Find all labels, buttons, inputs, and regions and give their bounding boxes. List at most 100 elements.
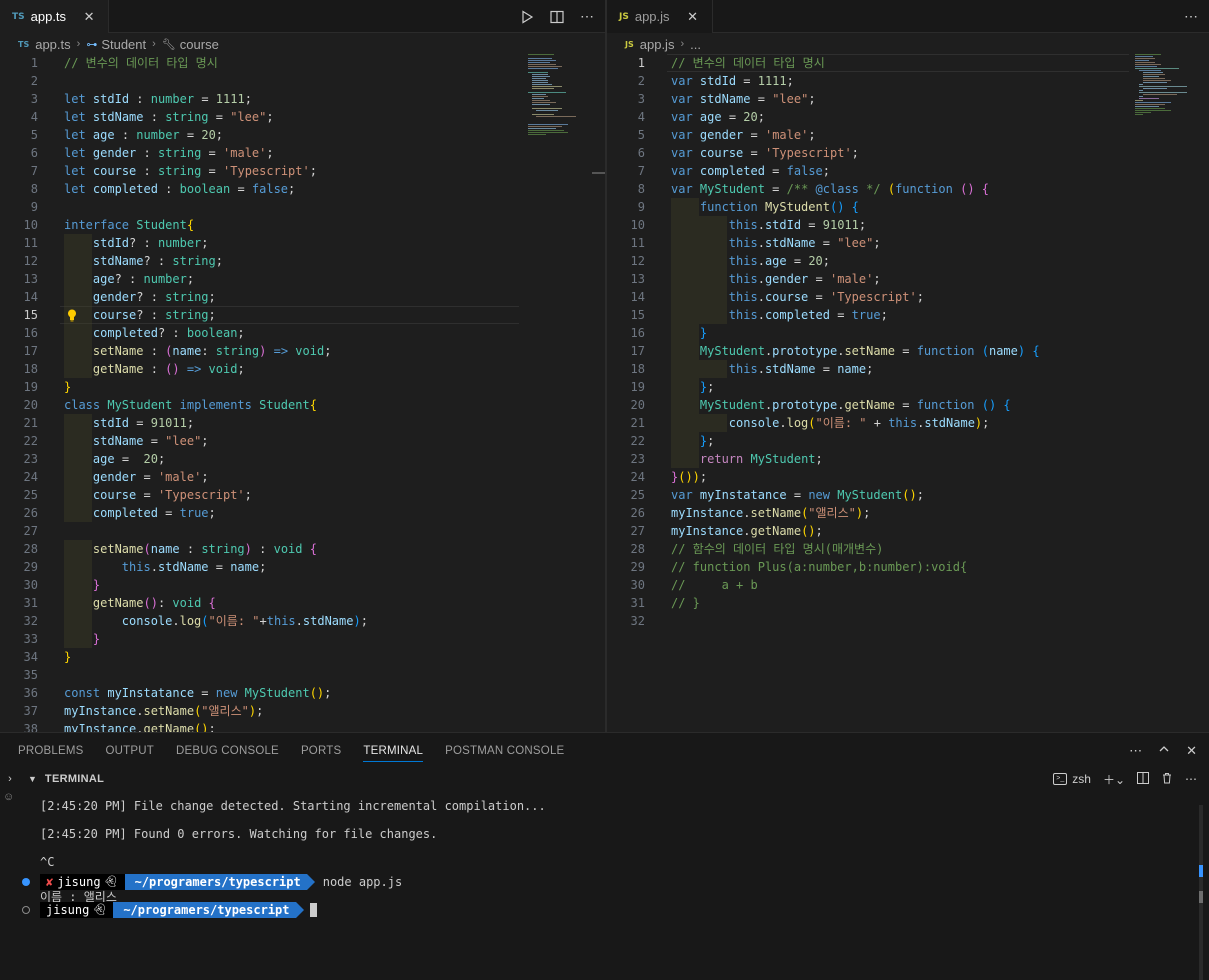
split-editor-icon[interactable]: [549, 9, 565, 25]
chevron-down-icon[interactable]: ▼: [28, 774, 37, 784]
new-terminal-icon[interactable]: ＋⌄: [1103, 771, 1125, 788]
prompt-user: jisung: [46, 903, 90, 917]
prompt-path: ~/programers/typescript: [124, 874, 315, 890]
terminal-command: node app.js: [322, 875, 403, 889]
split-terminal-icon[interactable]: [1137, 771, 1149, 787]
code-line: 2 var stdId = 1111;: [637, 74, 794, 88]
code-line: 4 let stdName : string = "lee";: [30, 110, 274, 124]
ghost-icon: 👻︎: [92, 903, 107, 916]
chevron-right-icon: ›: [76, 38, 81, 50]
code-line: 20 MyStudent.prototype.getName = functio…: [630, 396, 1011, 414]
tab-app-js[interactable]: JS app.js ✕: [607, 0, 713, 33]
code-line: 24}());: [630, 470, 708, 484]
code-line: 36 const myInstatance = new MyStudent();: [23, 686, 332, 700]
prompt-path: ~/programers/typescript: [113, 902, 304, 918]
code-line: 1// 변수의 데이터 타입 명시: [30, 56, 218, 70]
javascript-file-icon: JS: [619, 11, 629, 22]
tab-postman-console[interactable]: POSTMAN CONSOLE: [445, 733, 564, 768]
code-line: 6 let gender : string = 'male';: [30, 146, 274, 160]
tab-ports[interactable]: PORTS: [301, 733, 341, 768]
tab-output[interactable]: OUTPUT: [106, 733, 154, 768]
code-line: 18 getName : () => void;: [23, 360, 245, 378]
code-line: 34}: [23, 650, 72, 664]
more-actions-icon[interactable]: ⋯: [579, 8, 595, 25]
close-icon[interactable]: ✕: [80, 9, 98, 25]
right-tab-bar: JS app.js ✕ ⋯: [607, 0, 1209, 33]
code-line: 17 MyStudent.prototype.setName = functio…: [630, 342, 1040, 360]
terminal-line: ^C: [40, 855, 55, 869]
editor-area: TS app.ts ✕ ⋯ TS app.ts › ⊶ Student › 🔧︎: [0, 0, 1209, 732]
terminal-prompt: jisung 👻︎ ~/programers/typescript: [22, 902, 317, 918]
terminal-line: [2:45:20 PM] File change detected. Start…: [40, 799, 546, 813]
trash-icon[interactable]: [1161, 772, 1173, 787]
tab-label: app.ts: [30, 9, 67, 24]
right-editor-group: JS app.js ✕ ⋯ JS app.js › ... 1// 변수의 데이…: [607, 0, 1209, 732]
code-line: 32: [630, 614, 645, 628]
breadcrumb-file[interactable]: app.js: [640, 37, 675, 52]
command-success-icon[interactable]: [22, 878, 30, 886]
typescript-file-icon: TS: [18, 39, 30, 49]
panel-tab-bar: PROBLEMS OUTPUT DEBUG CONSOLE PORTS TERM…: [0, 733, 1209, 768]
left-editor-actions: ⋯: [519, 0, 595, 33]
minimap[interactable]: [524, 54, 590, 154]
code-line: 28 setName(name : string) : void {: [23, 540, 317, 558]
tab-problems[interactable]: PROBLEMS: [18, 733, 84, 768]
right-code-editor[interactable]: 1// 변수의 데이터 타입 명시 2 var stdId = 1111; 3 va…: [607, 54, 1209, 732]
shell-selector[interactable]: >_ zsh: [1053, 772, 1091, 786]
code-line: 38 myInstance.getName();: [23, 722, 216, 732]
terminal-cursor: [309, 903, 317, 917]
overview-ruler-mark: [592, 172, 605, 174]
code-line: 24 gender = 'male';: [23, 468, 209, 486]
code-line: 27: [23, 524, 38, 538]
code-line: 15 this.completed = true;: [630, 306, 888, 324]
more-actions-icon[interactable]: ⋯: [1183, 8, 1199, 25]
code-line: 23 age = 20;: [23, 450, 166, 468]
code-line: 15 course? : string;: [23, 306, 216, 324]
terminal-icon: >_: [1053, 773, 1068, 785]
code-line: 3 var stdName = "lee";: [637, 92, 816, 106]
more-actions-icon[interactable]: ⋯: [1185, 772, 1197, 786]
code-line: 29// function Plus(a:number,b:number):vo…: [630, 560, 968, 574]
breadcrumb-rest[interactable]: ...: [690, 37, 701, 52]
code-line: 18 this.stdName = name;: [630, 360, 874, 378]
terminal-line: [2:45:20 PM] Found 0 errors. Watching fo…: [40, 827, 438, 841]
close-icon[interactable]: ✕: [684, 9, 702, 25]
code-line: 11 this.stdName = "lee";: [630, 234, 881, 252]
code-line: 35: [23, 668, 38, 682]
tab-app-ts[interactable]: TS app.ts ✕: [0, 0, 110, 33]
code-line: 31 getName(): void {: [23, 594, 216, 612]
left-editor-group: TS app.ts ✕ ⋯ TS app.ts › ⊶ Student › 🔧︎: [0, 0, 605, 732]
minimap[interactable]: [1133, 54, 1199, 154]
prompt-user-segment: jisung 👻︎: [40, 902, 114, 918]
close-panel-icon[interactable]: ✕: [1186, 743, 1197, 759]
panel-side-gutter: ☺: [0, 767, 18, 980]
more-actions-icon[interactable]: ⋯: [1129, 743, 1142, 759]
tab-terminal[interactable]: TERMINAL: [363, 733, 423, 768]
code-line: 19}: [23, 380, 72, 394]
code-line: 27 myInstance.getName();: [630, 524, 823, 538]
command-pending-icon[interactable]: [22, 906, 30, 914]
tab-label: app.js: [634, 9, 670, 24]
code-line: 10 this.stdId = 91011;: [630, 216, 867, 234]
code-line: 25 course = 'Typescript';: [23, 486, 252, 504]
code-line: 21 console.log("이름: " + this.stdName);: [630, 414, 990, 432]
run-icon[interactable]: [519, 9, 535, 25]
typescript-file-icon: TS: [12, 11, 25, 22]
code-line: 9: [30, 200, 38, 214]
terminal-header: › ▼ TERMINAL >_ zsh ＋⌄ ⋯: [0, 768, 1209, 790]
code-line: 9 function MyStudent() {: [637, 198, 859, 216]
breadcrumb-symbol-course[interactable]: course: [180, 37, 219, 52]
accounts-icon[interactable]: ☺: [3, 791, 14, 803]
terminal-tools: >_ zsh ＋⌄ ⋯: [1053, 768, 1197, 790]
breadcrumb-file[interactable]: app.ts: [35, 37, 70, 52]
code-line: 7 let course : string = 'Typescript';: [30, 164, 317, 178]
tab-debug-console[interactable]: DEBUG CONSOLE: [176, 733, 279, 768]
left-code-editor[interactable]: 1// 변수의 데이터 타입 명시 2 3 let stdId : number …: [0, 54, 605, 732]
terminal-output[interactable]: [2:45:20 PM] File change detected. Start…: [22, 795, 1193, 980]
code-line: 4 var age = 20;: [637, 110, 765, 124]
left-tab-bar: TS app.ts ✕ ⋯: [0, 0, 605, 33]
maximize-panel-icon[interactable]: [1158, 743, 1170, 758]
code-line: 8 let completed : boolean = false;: [30, 182, 296, 196]
breadcrumb-symbol-student[interactable]: Student: [101, 37, 146, 52]
code-line: 20 class MyStudent implements Student{: [23, 398, 317, 412]
